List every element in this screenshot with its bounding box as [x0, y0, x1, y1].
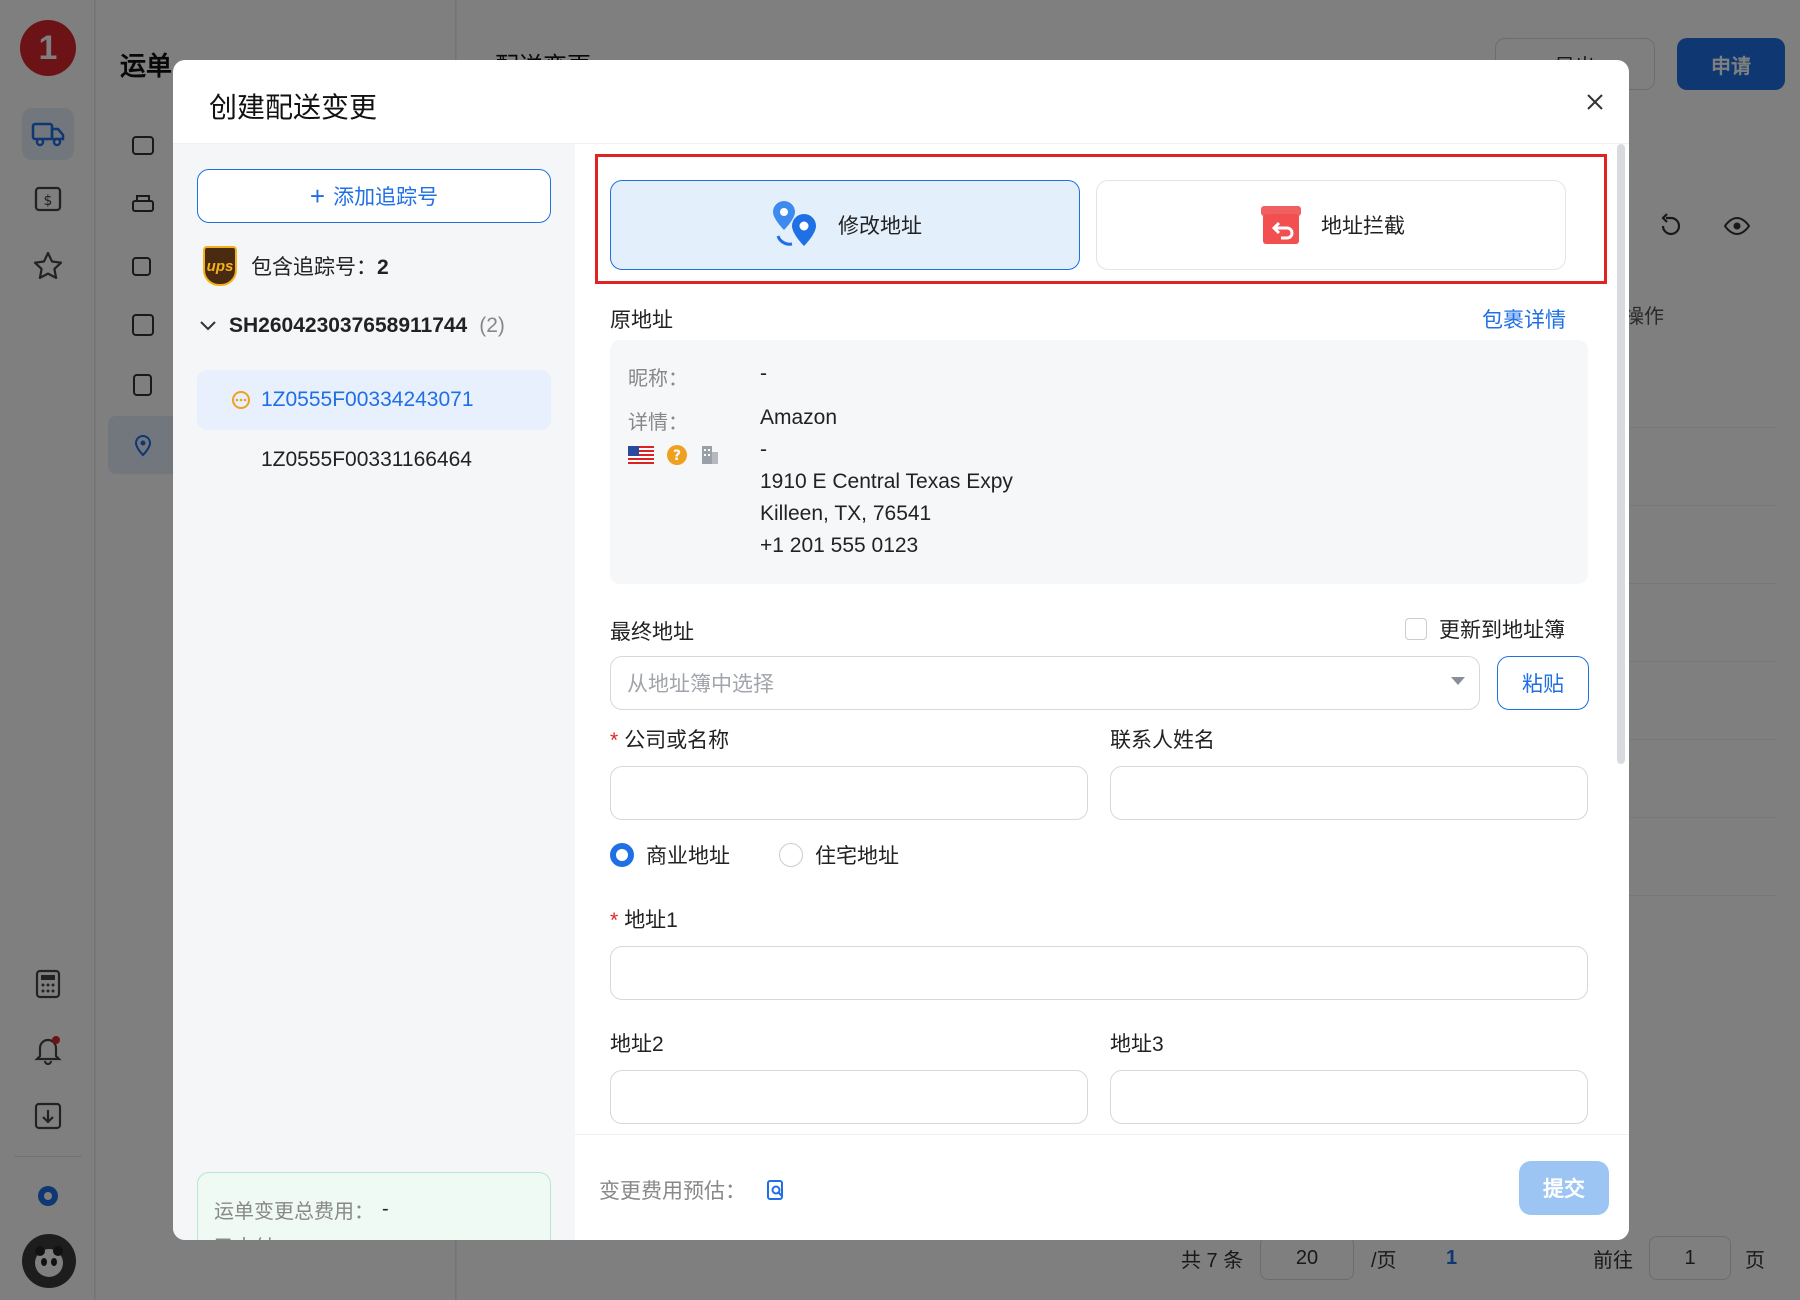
tracking-item[interactable]: 1Z0555F00331166464: [197, 430, 551, 490]
fee-total-value: -: [382, 1197, 389, 1220]
company-name-label: * 公司或名称: [610, 729, 730, 752]
address-street: 1910 E Central Texas Expy: [760, 470, 1013, 493]
radio-checked[interactable]: [610, 843, 634, 867]
nickname-label: 昵称：: [628, 368, 688, 390]
address1-input[interactable]: [610, 946, 1588, 1000]
package-details-link[interactable]: 包裹详情: [1482, 304, 1566, 334]
address2-input[interactable]: [610, 1070, 1088, 1124]
modal-footer: 变更费用预估： 提交: [575, 1134, 1629, 1240]
tracking-number: 1Z0555F00334243071: [261, 388, 474, 411]
shipment-count: (2): [479, 314, 505, 337]
tracking-item-selected[interactable]: 1Z0555F00334243071: [197, 370, 551, 430]
residential-address-label: 住宅地址: [815, 845, 899, 868]
shipment-id: SH260423037658911744: [229, 314, 468, 337]
in-progress-icon: [232, 391, 250, 409]
form-scrollbar[interactable]: [1617, 144, 1625, 764]
address-type-business[interactable]: 商业地址: [610, 840, 730, 870]
contact-name-label: 联系人姓名: [1110, 729, 1215, 752]
nickname-value: -: [760, 362, 767, 385]
shipment-group-toggle[interactable]: SH260423037658911744 (2): [199, 306, 505, 346]
address-type-residential[interactable]: 住宅地址: [779, 840, 899, 870]
ups-logo: ups: [203, 246, 237, 286]
question-icon[interactable]: ?: [666, 444, 688, 466]
change-type-label: 地址拦截: [1321, 215, 1405, 238]
original-address-card: 昵称： - 详情： Amazon - 1910 E Central Texas …: [610, 340, 1588, 584]
svg-text:?: ?: [673, 448, 681, 464]
address-company: Amazon: [760, 406, 838, 429]
fee-search-icon[interactable]: [766, 1179, 786, 1201]
modal-title: 创建配送变更: [209, 92, 378, 123]
company-name-input[interactable]: [610, 766, 1088, 820]
tracking-count-label: 包含追踪号：: [251, 256, 377, 279]
chevron-down-icon: [200, 321, 216, 331]
select-placeholder: 从地址簿中选择: [627, 673, 774, 696]
address-book-select[interactable]: 从地址簿中选择: [610, 656, 1480, 710]
update-address-book-checkbox[interactable]: 更新到地址簿: [1405, 614, 1565, 644]
fee-total-label: 运单变更总费用：: [214, 1200, 374, 1223]
address3-input[interactable]: [1110, 1070, 1588, 1124]
us-flag-icon: [628, 446, 654, 464]
radio-unchecked[interactable]: [779, 843, 803, 867]
address-city-line: Killeen, TX, 76541: [760, 502, 932, 525]
address2-label: 地址2: [610, 1033, 664, 1056]
paste-button[interactable]: 粘贴: [1497, 656, 1589, 710]
checkbox-box[interactable]: [1405, 618, 1427, 640]
tracking-count: 2: [377, 256, 389, 279]
address3-label: 地址3: [1110, 1033, 1164, 1056]
final-address-label: 最终地址: [610, 621, 694, 644]
modal-header: 创建配送变更: [173, 60, 1629, 144]
paid-value: -: [302, 1234, 309, 1241]
paid-label: 已支付：: [214, 1231, 294, 1241]
create-delivery-change-dialog: 创建配送变更 + 添加追踪号 ups 包含追踪号：2 SH26042303765…: [173, 60, 1629, 1240]
update-address-book-label: 更新到地址簿: [1439, 619, 1565, 642]
change-form-pane: 修改地址 地址拦截 原地址 包裹详情 昵称： - 详情： Amazon - 19…: [575, 144, 1629, 1134]
address1-label: * 地址1: [610, 909, 678, 932]
add-tracking-button[interactable]: + 添加追踪号: [197, 169, 551, 223]
fee-summary-box: 运单变更总费用：- 已支付：-: [197, 1172, 551, 1240]
add-tracking-label: 添加追踪号: [333, 186, 439, 209]
return-box-icon: [1261, 206, 1301, 244]
original-address-label: 原地址: [610, 309, 673, 332]
business-address-label: 商业地址: [646, 845, 730, 868]
tracking-list-pane: + 添加追踪号 ups 包含追踪号：2 SH260423037658911744…: [173, 144, 575, 1240]
address-contact: -: [760, 438, 767, 461]
change-type-label: 修改地址: [838, 215, 922, 238]
fee-estimate-label: 变更费用预估：: [599, 1180, 746, 1203]
caret-down-icon: [1451, 677, 1465, 685]
contact-name-input[interactable]: [1110, 766, 1588, 820]
submit-button[interactable]: 提交: [1519, 1161, 1609, 1215]
change-type-address-intercept[interactable]: 地址拦截: [1096, 180, 1566, 270]
building-icon: [702, 446, 718, 464]
close-icon[interactable]: [1577, 84, 1613, 120]
address-phone: +1 201 555 0123: [760, 534, 919, 557]
change-type-modify-address[interactable]: 修改地址: [610, 180, 1080, 270]
detail-label: 详情：: [628, 412, 688, 434]
plus-icon: +: [309, 181, 326, 211]
fee-estimate: 变更费用预估：: [599, 1175, 786, 1205]
map-pin-icon: [773, 201, 816, 246]
carrier-summary: ups 包含追踪号：2: [203, 244, 389, 288]
tracking-number: 1Z0555F00331166464: [261, 448, 472, 471]
